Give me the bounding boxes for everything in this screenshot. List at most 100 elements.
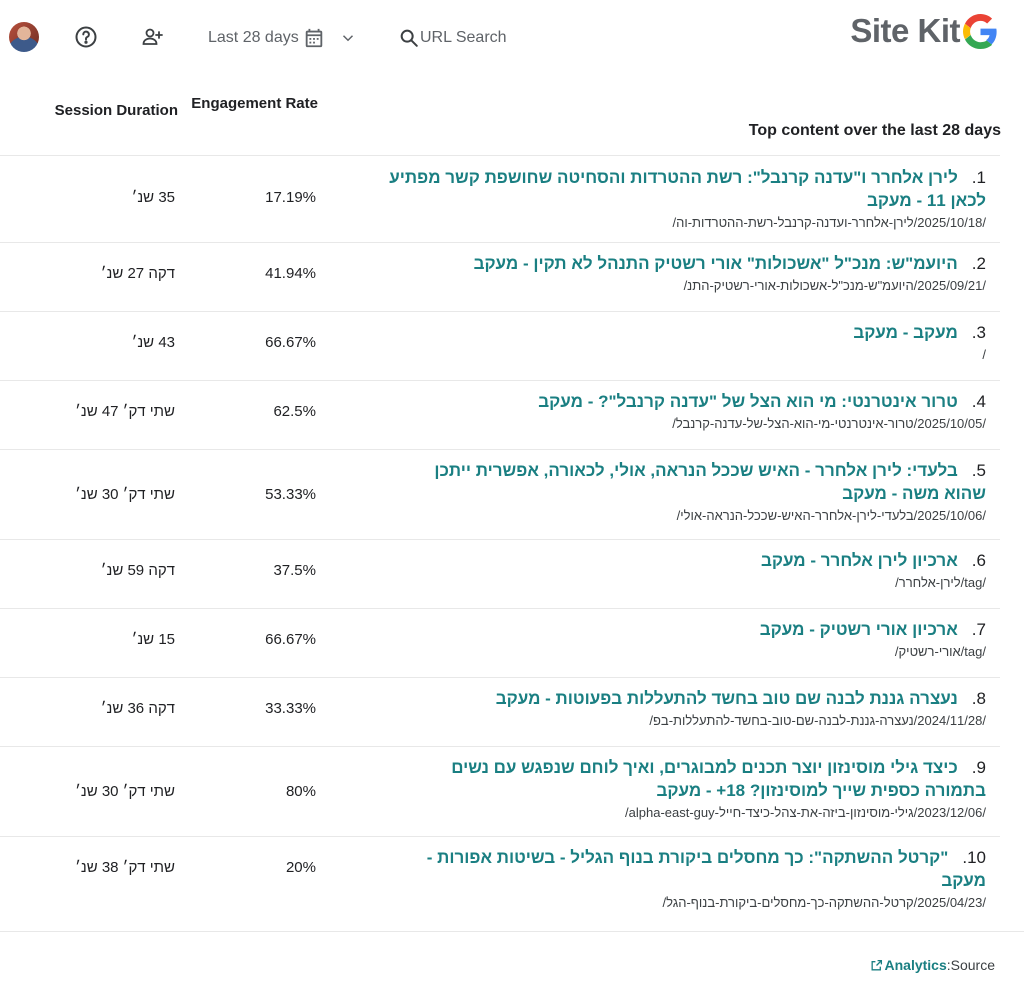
engagement-rate-value: 41.94% [265, 265, 316, 282]
page-url-link[interactable]: /tag/לירן-אלחרר/ [389, 574, 986, 592]
page-title-text: טרור אינטרנטי: מי הוא הצל של "עדנה קרנבל… [538, 392, 958, 411]
page-url-link[interactable]: /tag/אורי-רשטיק/ [389, 643, 986, 661]
page-title-text: בלעדי: לירן אלחרר - האיש שככל הנראה, אול… [434, 461, 986, 503]
page-title-cell: 1.לירן אלחרר ו"עדנה קרנבל": רשת ההטרדות … [389, 166, 986, 232]
row-number: 3. [971, 323, 986, 342]
table-row: שתי דק׳ 30 שנ׳ 80% 9.כיצד גילי מוסינזון יו… [0, 747, 1000, 837]
row-number: 4. [971, 392, 986, 411]
table-row: דקה 36 שנ׳ 33.33% 8. נעצרה גננת לבנה שם טוב… [0, 678, 1000, 747]
engagement-rate-value: 80% [285, 783, 316, 800]
page-title-cell: 8. נעצרה גננת לבנה שם טוב בחשד להתעללות ב… [389, 687, 986, 730]
page-title-cell: 7. ארכיון אורי רשטיק - מעקב/tag/אורי-רשטי… [389, 618, 986, 661]
page-url-link[interactable]: /2024/11/28/נעצרה-גננת-לבנה-שם-טוב-בחשד-… [389, 712, 986, 730]
session-duration-value: 15 שנ׳ [131, 631, 175, 648]
page-title-link[interactable]: 9.כיצד גילי מוסינזון יוצר תכנים למבוגרים… [394, 756, 986, 802]
engagement-rate-value: 37.5% [273, 562, 316, 579]
page-url-link[interactable]: /2023/12/06/גילי-מוסינזון-ביזה-את-צהל-כי… [394, 804, 986, 822]
page-title-link[interactable]: 5.בלעדי: לירן אלחרר - האיש שככל הנראה, א… [389, 459, 986, 505]
page-title-cell: 4. טרור אינטרנטי: מי הוא הצל של "עדנה קרנ… [389, 390, 986, 433]
page-title-link[interactable]: 1.לירן אלחרר ו"עדנה קרנבל": רשת ההטרדות … [389, 166, 986, 212]
table-row: 43 שנ׳ 66.67% 3. מעקב - מעקב / [0, 312, 1000, 381]
source-attribution: Source: Analytics [870, 957, 995, 973]
divider [0, 931, 1024, 932]
page-title-text: "קרטל ההשתקה": כך מחסלים ביקורת בנוף הגל… [426, 848, 986, 890]
page-title-cell: 6. ארכיון לירן אלחרר - מעקב/tag/לירן-אלחר… [389, 549, 986, 592]
table-row: דקה 27 שנ׳ 41.94% 2. היועמ"ש: מנכ"ל "אשכולו… [0, 243, 1000, 312]
page-title-link[interactable]: 10."קרטל ההשתקה": כך מחסלים ביקורת בנוף … [394, 846, 986, 892]
page-title-text: מעקב - מעקב [853, 323, 958, 342]
engagement-rate-value: 17.19% [265, 189, 316, 206]
col-engagement-rate[interactable]: Engagement Rate [190, 94, 318, 113]
row-number: 8. [971, 689, 986, 708]
page-title-link[interactable]: 3. מעקב - מעקב [389, 321, 986, 344]
session-duration-value: שתי דק׳ 47 שנ׳ [75, 403, 175, 420]
row-number: 9. [971, 758, 986, 777]
google-g-icon [963, 13, 997, 49]
divider [0, 155, 1000, 156]
url-search-placeholder: URL Search [420, 29, 507, 46]
page-title-link[interactable]: 8. נעצרה גננת לבנה שם טוב בחשד להתעללות ב… [389, 687, 986, 710]
row-number: 2. [971, 254, 986, 273]
table-row: דקה 59 שנ׳ 37.5% 6. ארכיון לירן אלחרר - מעק… [0, 540, 1000, 609]
search-icon [400, 29, 418, 47]
session-duration-value: דקה 27 שנ׳ [100, 265, 175, 282]
page-title-text: היועמ"ש: מנכ"ל "אשכולות" אורי רשטיק התנה… [473, 254, 958, 273]
page-title-link[interactable]: 2. היועמ"ש: מנכ"ל "אשכולות" אורי רשטיק הת… [389, 252, 986, 275]
table-row: 35 שנ׳ 17.19% 1.לירן אלחרר ו"עדנה קרנבל": … [0, 157, 1000, 243]
page-title-text: כיצד גילי מוסינזון יוצר תכנים למבוגרים, … [451, 758, 986, 800]
row-number: 6. [971, 551, 986, 570]
avatar[interactable] [9, 22, 39, 52]
help-icon[interactable] [73, 24, 99, 50]
row-number: 5. [971, 461, 986, 480]
session-duration-value: שתי דק׳ 30 שנ׳ [75, 486, 175, 503]
analytics-link[interactable]: Analytics [870, 957, 947, 973]
table-row: שתי דק׳ 30 שנ׳ 53.33% 5.בלעדי: לירן אלחרר … [0, 450, 1000, 540]
session-duration-value: שתי דק׳ 30 שנ׳ [75, 783, 175, 800]
page-title-cell: 5.בלעדי: לירן אלחרר - האיש שככל הנראה, א… [389, 459, 986, 525]
add-user-icon[interactable] [139, 24, 165, 50]
session-duration-value: דקה 36 שנ׳ [100, 700, 175, 717]
session-duration-value: שתי דק׳ 38 שנ׳ [75, 859, 175, 876]
page-title-text: לירן אלחרר ו"עדנה קרנבל": רשת ההטרדות וה… [389, 168, 986, 210]
calendar-icon [305, 28, 322, 48]
page-url-link[interactable]: / [389, 346, 986, 364]
page-url-link[interactable]: /2025/10/18/לירן-אלחרר-ועדנה-קרנבל-רשת-ה… [389, 214, 987, 232]
engagement-rate-value: 62.5% [273, 403, 316, 420]
table-header: Session Duration Engagement Rate Top con… [0, 86, 1024, 154]
page-title-cell: 3. מעקב - מעקב / [389, 321, 986, 364]
col-session-duration[interactable]: Session Duration [50, 102, 178, 119]
engagement-rate-value: 33.33% [265, 700, 316, 717]
page-url-link[interactable]: /2025/04/23/קרטל-ההשתקה-כך-מחסלים-ביקורת… [394, 894, 987, 912]
page-title-cell: 2. היועמ"ש: מנכ"ל "אשכולות" אורי רשטיק הת… [389, 252, 986, 295]
col-top-content: Top content over the last 28 days [748, 122, 1001, 139]
engagement-rate-value: 66.67% [265, 631, 316, 648]
page-title-cell: 10."קרטל ההשתקה": כך מחסלים ביקורת בנוף … [394, 846, 986, 912]
engagement-rate-value: 66.67% [265, 334, 316, 351]
logo-text: Site Kit [850, 12, 960, 49]
url-search-input[interactable]: URL Search [398, 26, 507, 50]
chevron-down-icon [342, 35, 353, 42]
page-title-text: ארכיון אורי רשטיק - מעקב [759, 620, 958, 639]
table-row: 15 שנ׳ 66.67% 7. ארכיון אורי רשטיק - מעקב/t… [0, 609, 1000, 678]
table-row: שתי דק׳ 47 שנ׳ 62.5% 4. טרור אינטרנטי: מי ה… [0, 381, 1000, 450]
header: Last 28 days URL Search Site Kit [0, 0, 1024, 76]
source-label: Source: [946, 957, 995, 973]
page-url-link[interactable]: /2025/09/21/היועמ"ש-מנכ"ל-אשכולות-אורי-ר… [389, 277, 986, 295]
date-range-selector[interactable]: Last 28 days [208, 26, 357, 50]
page-title-link[interactable]: 4. טרור אינטרנטי: מי הוא הצל של "עדנה קרנ… [389, 390, 986, 413]
page-title-text: ארכיון לירן אלחרר - מעקב [760, 551, 958, 570]
external-link-icon [871, 959, 882, 970]
engagement-rate-value: 53.33% [265, 486, 316, 503]
session-duration-value: 35 שנ׳ [131, 189, 175, 206]
page-title-link[interactable]: 6. ארכיון לירן אלחרר - מעקב [389, 549, 986, 572]
row-number: 7. [971, 620, 986, 639]
page-url-link[interactable]: /2025/10/05/טרור-אינטרנטי-מי-הוא-הצל-של-… [389, 415, 986, 433]
site-kit-logo: Site Kit [850, 12, 998, 50]
page-url-link[interactable]: /2025/10/06/בלעדי-לירן-אלחרר-האיש-שככל-ה… [389, 507, 986, 525]
page-title-link[interactable]: 7. ארכיון אורי רשטיק - מעקב [389, 618, 986, 641]
session-duration-value: דקה 59 שנ׳ [100, 562, 175, 579]
page-title-text: נעצרה גננת לבנה שם טוב בחשד להתעללות בפע… [495, 689, 958, 708]
date-range-label: Last 28 days [208, 29, 299, 46]
page-title-cell: 9.כיצד גילי מוסינזון יוצר תכנים למבוגרים… [394, 756, 986, 822]
session-duration-value: 43 שנ׳ [131, 334, 175, 351]
